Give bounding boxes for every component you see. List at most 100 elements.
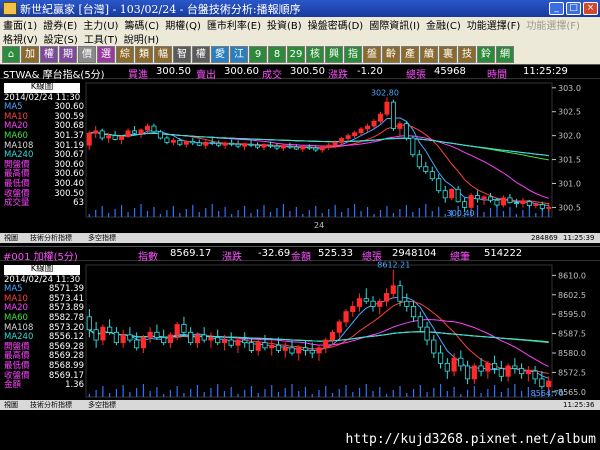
maximize-button[interactable]: □ [566,2,581,15]
album-url: http://kujd3268.pixnet.net/album [345,432,596,447]
volume-bar [347,208,349,217]
volume-bar [185,209,187,217]
toolbar-button-5[interactable]: 選 [97,46,115,63]
menu-item-3[interactable]: 說明(H) [121,31,162,46]
candle-body [423,166,429,172]
candle-body [262,342,268,349]
volume-bar [373,214,375,217]
candle-body [507,197,513,204]
toolbar-button-20[interactable]: 齡 [382,46,400,63]
toolbar-button-14[interactable]: 8 [268,46,286,63]
candle-body [93,130,99,134]
toolbar-button-25[interactable]: 鈴 [477,46,495,63]
menu-item-7[interactable]: 操盤密碼(D) [305,17,367,32]
home-icon[interactable]: ⌂ [2,46,20,63]
toolbar-button-18[interactable]: 指 [344,46,362,63]
toolbar-button-16[interactable]: 核 [306,46,324,63]
candle-body [242,339,248,344]
toolbar-button-3[interactable]: 期 [59,46,77,63]
candle-body [309,350,315,354]
volume-bar [198,212,200,217]
menu-item-9[interactable]: 金融(C) [423,17,464,32]
volume-bar [153,207,155,217]
candle-body [306,146,312,149]
candle-body [261,144,267,148]
candlestick-plot[interactable]: 300.5 301.0 301.5 302.0 302.5 303.0 24 302.80 30… [0,79,600,231]
candle-body [147,331,153,338]
menu-item-8[interactable]: 國際資訊(I) [366,17,423,32]
menu-item-3[interactable]: 籌碼(C) [121,17,162,32]
toolbar-button-1[interactable]: 加 [21,46,39,63]
toolbar-button-22[interactable]: 續 [420,46,438,63]
volume-bar [460,394,462,397]
candle-body [539,204,545,209]
volume-bar [489,208,492,217]
y-tick-label: 8602.5 [558,291,586,300]
toolbar-button-13[interactable]: 9 [249,46,267,63]
minimize-button[interactable]: _ [549,2,564,15]
y-tick-label: 301.0 [558,180,581,189]
candle-body [498,368,504,377]
menu-item-4[interactable]: 期權(Q) [162,17,204,32]
toolbar-button-9[interactable]: 智 [173,46,191,63]
menu-item-0[interactable]: 格視(V) [0,31,41,46]
app-icon [3,2,17,15]
menu-item-2[interactable]: 工具(T) [81,31,121,46]
high-annotation: 8612.21 [377,261,410,270]
futures-candlestick-chart[interactable]: 300.5 301.0 301.5 302.0 302.5 303.0 24 302.80 30… [0,79,600,231]
strip-trend-label: 多空指標 [88,234,116,242]
candle-body [424,326,430,341]
candle-body [316,347,322,354]
menu-item-0[interactable]: 畫面(1) [0,17,40,32]
candlestick-plot[interactable]: 8565.0 8572.5 8580.0 8587.5 8595.0 8602.5 8610… [0,261,600,411]
volume-bar [127,212,129,217]
candle-body [170,140,176,143]
strip-left-label: 視圖 [4,401,18,409]
candle-body [167,334,174,344]
volume-bar [433,388,435,397]
y-tick-label: 8595.0 [558,310,586,319]
toolbar-button-19[interactable]: 盤 [363,46,381,63]
toolbar-button-2[interactable]: 權 [40,46,58,63]
menu-item-10[interactable]: 功能選擇(F) [464,17,524,32]
candle-body [93,329,99,341]
menu-item-6[interactable]: 投資(B) [264,17,305,32]
candle-body [475,195,481,200]
candle-body [275,344,282,351]
candle-body [363,298,369,302]
toolbar-button-24[interactable]: 技 [458,46,476,63]
candle-body [390,285,396,294]
ma20-line [89,131,549,199]
toolbar-button-21[interactable]: 產 [401,46,419,63]
candle-body [112,135,118,140]
toolbar-button-4[interactable]: 價 [78,46,96,63]
toolbar-button-15[interactable]: 29 [287,46,305,63]
volume-bar [156,387,158,397]
index-candlestick-chart[interactable]: 8565.08572.58580.08587.58595.08602.58610… [0,261,600,411]
toolbar-button-12[interactable]: 江 [230,46,248,63]
volume-bar [169,390,172,397]
toolbar-button-8[interactable]: 幅 [154,46,172,63]
volume-bar [192,205,194,217]
candle-body [343,311,349,323]
candle-body [201,334,207,341]
volume-bar [102,386,104,397]
menu-item-2[interactable]: 主力(U) [80,17,121,32]
volume-bar [203,392,205,397]
toolbar-button-23[interactable]: 裏 [439,46,457,63]
menu-item-1[interactable]: 設定(S) [41,31,81,46]
toolbar-button-11[interactable]: 愛 [211,46,229,63]
toolbar-button-26[interactable]: 網 [496,46,514,63]
volume-bar [217,384,219,397]
toolbar-button-17[interactable]: 興 [325,46,343,63]
menu-item-1[interactable]: 證券(E) [40,17,80,32]
candle-body [356,298,363,307]
candle-body [512,365,518,369]
strip-indicator-label: 技術分析指標 [30,234,72,242]
menu-item-5[interactable]: 匯市利率(E) [204,17,264,32]
volume-bar [88,394,90,397]
close-button[interactable]: × [583,2,598,15]
toolbar-button-10[interactable]: 權 [192,46,210,63]
toolbar-button-6[interactable]: 綜 [116,46,134,63]
toolbar-button-7[interactable]: 類 [135,46,153,63]
